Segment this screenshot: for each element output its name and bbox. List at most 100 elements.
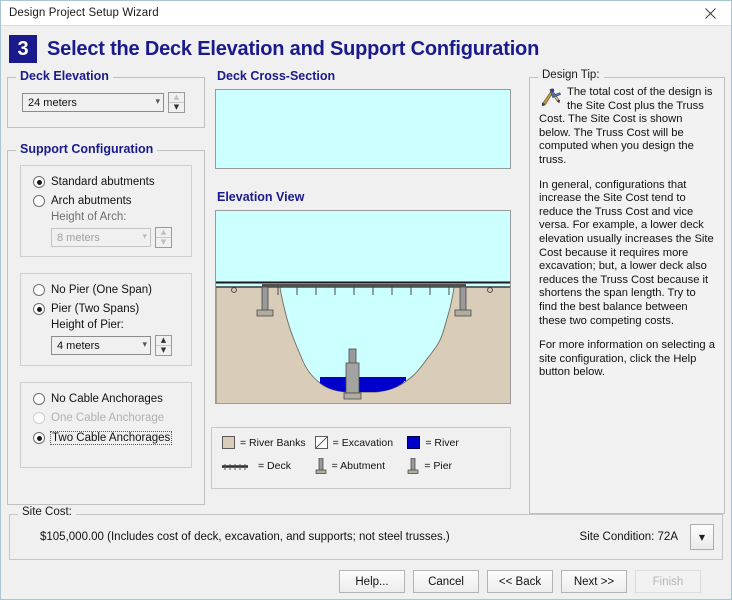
radio-label: Standard abutments [51, 176, 155, 188]
chevron-down-icon: ▼ [698, 532, 706, 542]
legend-item-river-banks: = River Banks [222, 436, 315, 449]
radio-icon [33, 432, 45, 444]
chevron-down-icon: ▾ [142, 340, 147, 350]
elevation-view-canvas [215, 210, 511, 404]
height-of-arch-spinner: ▲ ▼ [155, 227, 172, 248]
title-bar: Design Project Setup Wizard [1, 1, 731, 26]
middle-column: Deck Cross-Section Elevation View = Rive… [211, 69, 523, 514]
legend-item-river: = River [407, 436, 500, 449]
radio-icon [33, 412, 45, 424]
height-of-arch-label: Height of Arch: [51, 211, 127, 223]
drafting-compass-icon [542, 88, 561, 107]
deck-cross-section-canvas [215, 89, 511, 169]
elevation-view-group: Elevation View [211, 190, 523, 423]
deck-elevation-group-label: Deck Elevation [16, 69, 113, 83]
pier-swatch [407, 458, 419, 474]
cancel-button[interactable]: Cancel [413, 570, 479, 593]
window-title: Design Project Setup Wizard [9, 7, 159, 19]
radio-label: Arch abutments [51, 195, 132, 207]
radio-label: No Cable Anchorages [51, 393, 163, 405]
deck-elevation-spinner[interactable]: ▲ ▼ [168, 92, 185, 113]
elevation-view-group-label: Elevation View [213, 190, 309, 204]
design-tip-paragraph-1: The total cost of the design is the Site… [539, 86, 713, 166]
right-column: Design Tip: The total cost of the design… [529, 69, 725, 514]
wizard-footer: Site Cost: $105,000.00 (Includes cost of… [1, 506, 731, 599]
legend-item-pier: = Pier [407, 458, 500, 474]
height-of-pier-combo[interactable]: 4 meters ▾ [51, 336, 151, 355]
wizard-body: Deck Elevation 24 meters ▾ ▲ ▼ Support C… [1, 67, 731, 514]
river-swatch [407, 436, 421, 449]
anchorages-panel: No Cable Anchorages One Cable Anchorage … [20, 382, 192, 468]
radio-standard-abutments[interactable]: Standard abutments [33, 176, 179, 188]
site-cost-group: Site Cost: $105,000.00 (Includes cost of… [9, 506, 723, 560]
design-tip-paragraph-3: For more information on selecting a site… [539, 339, 715, 379]
radio-label: Pier (Two Spans) [51, 303, 140, 315]
legend-label: = Deck [258, 460, 291, 472]
height-of-arch-value: 8 meters [57, 231, 100, 244]
radio-pier-two-spans[interactable]: Pier (Two Spans) [33, 303, 179, 315]
spinner-up-icon: ▲ [156, 228, 171, 238]
page-title: Select the Deck Elevation and Support Co… [47, 37, 540, 60]
radio-icon [33, 303, 45, 315]
radio-icon [33, 393, 45, 405]
design-tip-paragraph-2: In general, configurations that increase… [539, 178, 714, 327]
legend-item-deck: = Deck [222, 458, 315, 474]
button-row: Help... Cancel << Back Next >> Finish [9, 570, 723, 593]
deck-cross-section-group-label: Deck Cross-Section [213, 69, 340, 83]
design-tip-body: The total cost of the design is the Site… [530, 78, 724, 380]
support-configuration-group: Support Configuration Standard abutments… [7, 142, 205, 505]
site-cost-value: $105,000.00 (Includes cost of deck, exca… [40, 531, 450, 543]
close-icon[interactable] [689, 1, 731, 25]
spinner-up-icon[interactable]: ▲ [156, 336, 171, 346]
spinner-up-icon[interactable]: ▲ [169, 93, 184, 103]
deck-elevation-value: 24 meters [28, 96, 77, 109]
left-column: Deck Elevation 24 meters ▾ ▲ ▼ Support C… [7, 69, 205, 514]
legend-grid: = River Banks = Excavation = River = Dec… [222, 436, 500, 474]
radio-no-cable-anchorages[interactable]: No Cable Anchorages [33, 393, 179, 405]
radio-arch-abutments[interactable]: Arch abutments [33, 195, 179, 207]
step-number-badge: 3 [9, 35, 37, 63]
legend-label: = River Banks [240, 436, 306, 449]
excavation-swatch [314, 436, 328, 449]
deck-swatch [222, 461, 248, 472]
radio-two-cable-anchorages[interactable]: Two Cable Anchorages [33, 431, 179, 445]
legend-label: = River [425, 436, 459, 449]
radio-no-pier[interactable]: No Pier (One Span) [33, 284, 179, 296]
legend-label: = Pier [424, 460, 453, 472]
height-of-pier-label: Height of Pier: [51, 319, 124, 331]
back-button[interactable]: << Back [487, 570, 553, 593]
close-glyph [704, 7, 716, 19]
radio-icon [33, 176, 45, 188]
elevation-view-drawing [216, 211, 510, 403]
height-of-pier-spinner[interactable]: ▲ ▼ [155, 335, 172, 356]
legend-label: = Excavation [332, 436, 394, 449]
next-button[interactable]: Next >> [561, 570, 627, 593]
radio-icon [33, 195, 45, 207]
river-banks-swatch [222, 436, 235, 449]
help-button[interactable]: Help... [339, 570, 405, 593]
legend-item-excavation: = Excavation [314, 436, 408, 449]
spinner-down-icon[interactable]: ▼ [169, 103, 184, 112]
site-cost-group-label: Site Cost: [18, 506, 76, 518]
deck-elevation-group: Deck Elevation 24 meters ▾ ▲ ▼ [7, 69, 205, 128]
design-tip-group: Design Tip: The total cost of the design… [529, 69, 725, 514]
piers-panel: No Pier (One Span) Pier (Two Spans) Heig… [20, 273, 192, 366]
legend-label: = Abutment [331, 460, 386, 472]
radio-one-cable-anchorage: One Cable Anchorage [33, 412, 179, 424]
radio-label: One Cable Anchorage [51, 412, 165, 424]
design-tip-group-label: Design Tip: [538, 69, 604, 81]
spinner-down-icon[interactable]: ▼ [156, 346, 171, 355]
radio-label: Two Cable Anchorages [50, 431, 173, 445]
chevron-down-icon: ▾ [142, 232, 147, 242]
site-condition-dropdown-button[interactable]: ▼ [690, 524, 714, 550]
finish-button: Finish [635, 570, 701, 593]
support-configuration-group-label: Support Configuration [16, 142, 158, 156]
site-condition-label: Site Condition: 72A [579, 531, 678, 543]
height-of-pier-value: 4 meters [57, 339, 100, 352]
abutment-swatch [315, 458, 327, 474]
wizard-header: 3 Select the Deck Elevation and Support … [1, 31, 731, 67]
deck-elevation-combo[interactable]: 24 meters ▾ [22, 93, 164, 112]
wizard-window: Design Project Setup Wizard 3 Select the… [0, 0, 732, 600]
deck-cross-section-group: Deck Cross-Section [211, 69, 523, 192]
radio-icon [33, 284, 45, 296]
